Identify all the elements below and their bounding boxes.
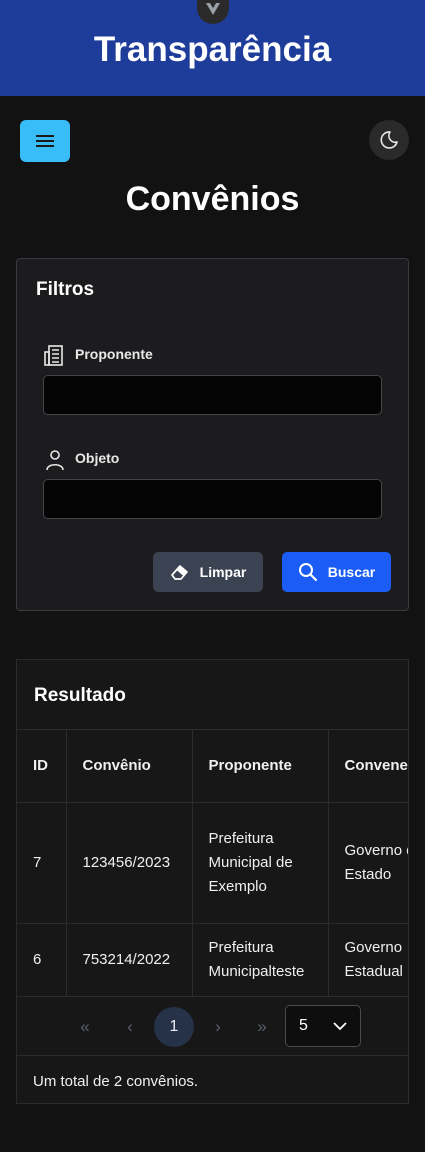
results-title: Resultado [34, 685, 126, 706]
menu-button[interactable] [20, 120, 70, 162]
clear-button[interactable]: Limpar [153, 552, 263, 592]
results-panel: Resultado ID Convênio Proponente Convene… [16, 659, 409, 1104]
building-icon [44, 345, 63, 366]
page-size-value: 5 [299, 1017, 308, 1034]
page-size-select[interactable]: 5 [285, 1005, 361, 1047]
objeto-label: Objeto [75, 450, 120, 466]
last-page-button[interactable]: » [242, 1007, 282, 1047]
search-icon [298, 563, 317, 582]
moon-icon [380, 131, 398, 149]
theme-toggle-button[interactable] [369, 120, 409, 160]
app-title: Transparência [93, 30, 332, 69]
cell-convenente: Governo Estadual [328, 923, 408, 996]
column-header-convenio[interactable]: Convênio [66, 729, 193, 803]
results-table: ID Convênio Proponente Convenente 7 1234… [17, 729, 408, 996]
clear-button-label: Limpar [199, 564, 247, 580]
cell-proponente: Prefeitura Municipalteste [192, 923, 329, 996]
column-header-id[interactable]: ID [17, 729, 67, 803]
prev-page-button[interactable]: ‹ [110, 1007, 150, 1047]
page-1-button[interactable]: 1 [154, 1007, 194, 1047]
results-table-scroll[interactable]: ID Convênio Proponente Convenente 7 1234… [17, 729, 408, 996]
table-row[interactable]: 6 753214/2022 Prefeitura Municipalteste … [17, 923, 408, 996]
search-button-label: Buscar [327, 564, 376, 580]
cell-id: 6 [17, 923, 67, 996]
first-page-button[interactable]: « [65, 1007, 105, 1047]
filters-title: Filtros [36, 279, 95, 300]
devtools-toggle[interactable] [197, 0, 229, 24]
user-icon [46, 450, 64, 471]
cell-convenio: 123456/2023 [66, 802, 193, 924]
table-header-row: ID Convênio Proponente Convenente [17, 729, 408, 803]
vue-logo-icon [206, 3, 220, 15]
search-button[interactable]: Buscar [282, 552, 391, 592]
proponente-input[interactable] [43, 375, 382, 415]
next-page-button[interactable]: › [198, 1007, 238, 1047]
eraser-icon [170, 565, 188, 580]
column-header-convenente[interactable]: Convenente [328, 729, 408, 803]
cell-id: 7 [17, 802, 67, 924]
cell-convenio: 753214/2022 [66, 923, 193, 996]
app-header: Transparência [0, 0, 425, 96]
filters-panel: Filtros Proponente Objeto Limpar Buscar [16, 258, 409, 611]
cell-proponente: Prefeitura Municipal de Exemplo [192, 802, 329, 924]
column-header-proponente[interactable]: Proponente [192, 729, 329, 803]
cell-convenente: Governo do Estado [328, 802, 408, 924]
page-title: Convênios [125, 180, 300, 218]
chevron-down-icon [333, 1022, 347, 1031]
total-count: Um total de 2 convênios. [17, 1055, 408, 1103]
hamburger-icon [36, 135, 54, 147]
table-row[interactable]: 7 123456/2023 Prefeitura Municipal de Ex… [17, 802, 408, 924]
objeto-input[interactable] [43, 479, 382, 519]
proponente-label: Proponente [75, 346, 153, 362]
pagination: « ‹ 1 › » 5 [17, 996, 408, 1055]
